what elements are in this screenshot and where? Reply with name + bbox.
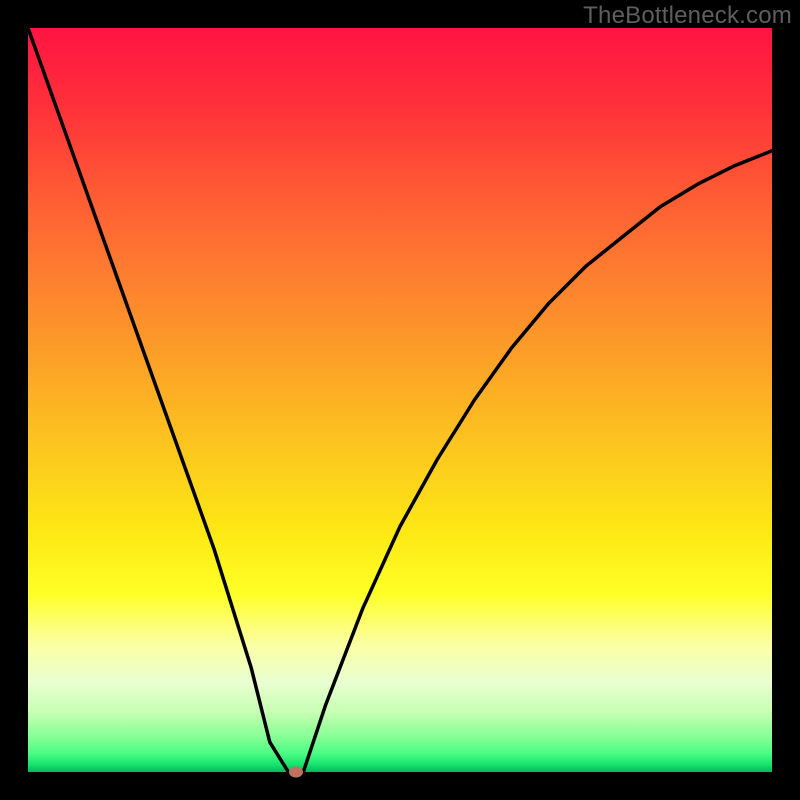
- plot-area: [28, 28, 772, 772]
- chart-frame: TheBottleneck.com: [0, 0, 800, 800]
- curve-svg: [28, 28, 772, 772]
- optimal-point-marker: [289, 767, 303, 778]
- watermark-text: TheBottleneck.com: [583, 2, 792, 30]
- bottleneck-curve: [28, 28, 772, 772]
